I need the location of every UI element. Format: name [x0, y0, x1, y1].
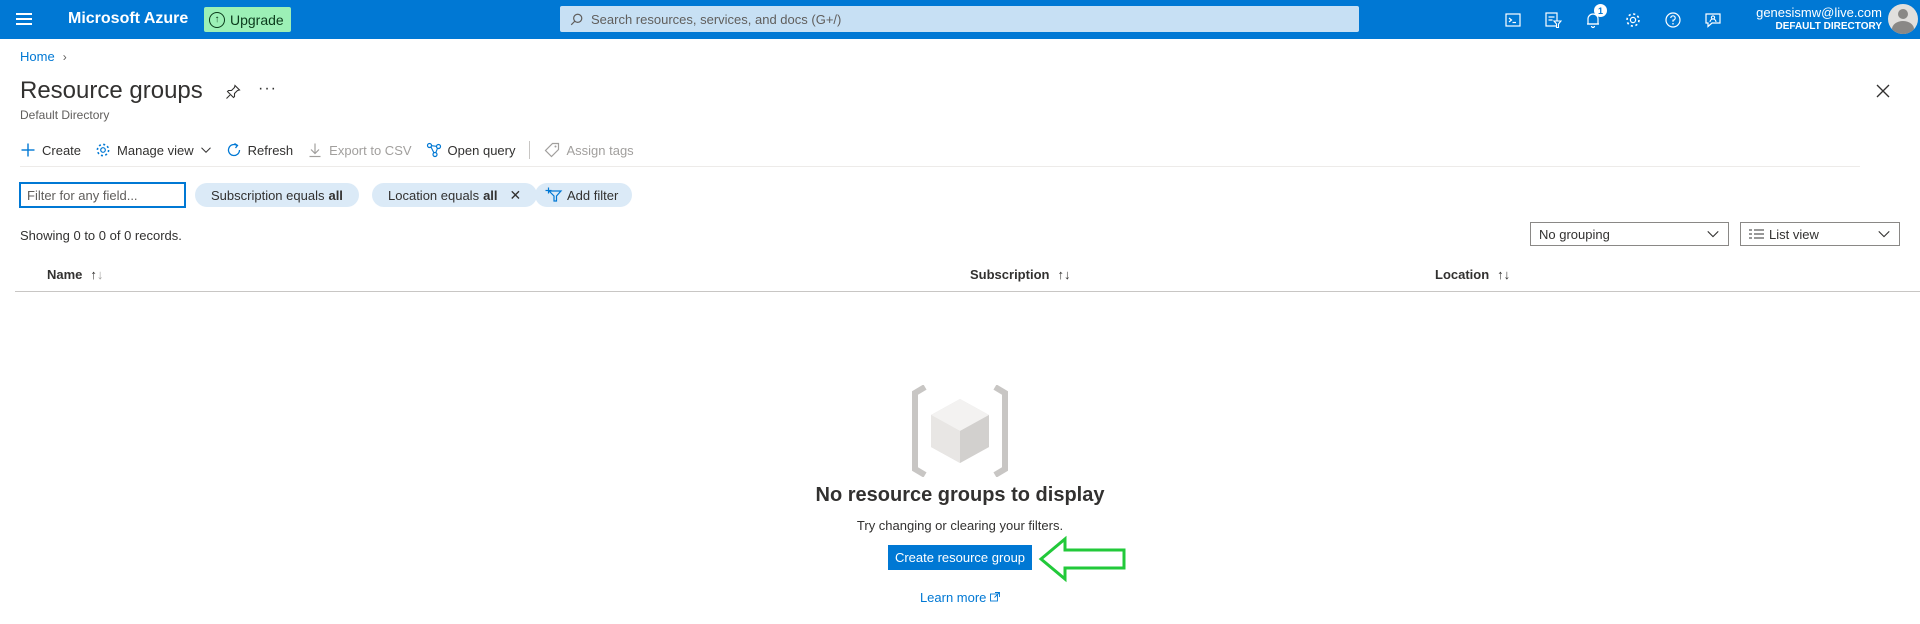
- query-graph-icon: [426, 142, 441, 158]
- grouping-selected: No grouping: [1539, 226, 1610, 242]
- learn-more: Learn more: [0, 590, 1920, 605]
- pin-icon[interactable]: [225, 84, 241, 100]
- add-filter-button[interactable]: Add filter: [535, 183, 633, 207]
- location-filter-value: all: [483, 187, 498, 203]
- hamburger-menu-icon[interactable]: [14, 10, 34, 30]
- refresh-icon: [227, 142, 240, 157]
- green-arrow-annotation: [1038, 535, 1126, 583]
- close-icon[interactable]: [1874, 82, 1892, 100]
- account-directory: DEFAULT DIRECTORY: [1775, 21, 1882, 32]
- refresh-button[interactable]: Refresh: [226, 142, 294, 158]
- help-icon[interactable]: [1653, 8, 1693, 32]
- view-selected: List view: [1769, 226, 1819, 242]
- breadcrumb-home-link[interactable]: Home: [20, 49, 55, 64]
- list-view-icon: [1749, 229, 1764, 239]
- settings-icon[interactable]: [1613, 8, 1653, 32]
- table-header: Name ↑↓ Subscription ↑↓ Location ↑↓: [15, 258, 1920, 292]
- page-subtitle: Default Directory: [20, 108, 110, 122]
- column-subscription-label: Subscription: [970, 267, 1050, 282]
- command-bar: Create Manage view Refresh Export to CSV…: [20, 138, 648, 162]
- subscription-filter-value: all: [328, 187, 343, 203]
- upgrade-label: Upgrade: [230, 11, 284, 28]
- chevron-down-icon: [1878, 230, 1890, 238]
- column-name-label: Name: [47, 267, 83, 282]
- create-label: Create: [42, 142, 82, 158]
- external-link-icon: [990, 592, 1000, 602]
- feedback-icon[interactable]: [1693, 8, 1733, 32]
- top-bar: Microsoft Azure ↑ Upgrade 1 genesismw@li…: [0, 0, 1920, 39]
- tag-icon: [545, 142, 560, 158]
- subscription-filter-prefix: Subscription equals: [211, 187, 325, 203]
- export-csv-button[interactable]: Export to CSV: [307, 142, 412, 158]
- assign-tags-label: Assign tags: [566, 142, 634, 158]
- directory-filter-icon[interactable]: [1533, 8, 1573, 32]
- records-count: Showing 0 to 0 of 0 records.: [20, 228, 182, 243]
- command-bar-divider: [20, 166, 1860, 167]
- empty-state-title: No resource groups to display: [815, 484, 1105, 506]
- cloud-shell-icon[interactable]: [1493, 8, 1533, 32]
- breadcrumb: Home ›: [20, 49, 67, 64]
- sort-icon: ↑↓: [1497, 267, 1511, 282]
- chevron-right-icon: ›: [62, 49, 67, 64]
- arrow-up-icon: ↑: [209, 11, 225, 28]
- command-separator: [529, 141, 531, 159]
- manage-view-button[interactable]: Manage view: [95, 142, 212, 158]
- upgrade-button[interactable]: ↑ Upgrade: [204, 7, 291, 32]
- gear-icon: [96, 143, 110, 157]
- plus-icon: [21, 143, 35, 157]
- global-search-box[interactable]: [560, 6, 1359, 32]
- empty-state-hint: Try changing or clearing your filters.: [856, 518, 1064, 533]
- subscription-filter-pill[interactable]: Subscription equals all: [195, 183, 359, 207]
- remove-filter-icon[interactable]: ✕: [510, 187, 522, 204]
- page-title: Resource groups: [20, 77, 203, 104]
- add-filter-label: Add filter: [567, 187, 619, 203]
- top-icon-group: 1: [1493, 4, 1733, 32]
- export-csv-label: Export to CSV: [329, 142, 412, 158]
- open-query-label: Open query: [447, 142, 516, 158]
- learn-more-link[interactable]: Learn more: [920, 590, 1000, 605]
- refresh-label: Refresh: [247, 142, 294, 158]
- download-icon: [309, 143, 321, 158]
- search-icon: [570, 13, 583, 25]
- filter-input[interactable]: [19, 182, 186, 208]
- create-button[interactable]: Create: [20, 142, 81, 158]
- manage-view-label: Manage view: [117, 142, 194, 158]
- column-header-subscription[interactable]: Subscription ↑↓: [970, 267, 1070, 282]
- assign-tags-button[interactable]: Assign tags: [544, 142, 634, 158]
- brand-title[interactable]: Microsoft Azure: [68, 10, 188, 28]
- global-search-input[interactable]: [591, 11, 1351, 27]
- account-email: genesismw@live.com: [1756, 5, 1882, 20]
- account-info[interactable]: genesismw@live.com DEFAULT DIRECTORY: [1756, 5, 1882, 32]
- learn-more-label: Learn more: [919, 590, 987, 605]
- avatar[interactable]: [1888, 4, 1918, 34]
- notification-count-badge: 1: [1594, 4, 1607, 17]
- sort-ascending-icon: ↑↓: [90, 267, 104, 282]
- grouping-dropdown[interactable]: No grouping: [1530, 222, 1729, 246]
- more-options-icon[interactable]: ···: [258, 80, 277, 98]
- chevron-down-icon: [200, 147, 211, 153]
- column-location-label: Location: [1435, 267, 1490, 282]
- open-query-button[interactable]: Open query: [426, 142, 516, 158]
- column-header-location[interactable]: Location ↑↓: [1435, 267, 1510, 282]
- sort-icon: ↑↓: [1057, 267, 1071, 282]
- create-resource-group-button[interactable]: Create resource group: [888, 545, 1032, 570]
- resource-group-empty-icon: [912, 385, 1008, 477]
- chevron-down-icon: [1707, 230, 1719, 238]
- location-filter-prefix: Location equals: [388, 187, 480, 203]
- notifications-icon[interactable]: 1: [1573, 4, 1613, 32]
- view-dropdown[interactable]: List view: [1740, 222, 1900, 246]
- add-filter-icon: [545, 187, 563, 202]
- column-header-name[interactable]: Name ↑↓: [47, 267, 103, 282]
- location-filter-pill[interactable]: Location equals all ✕: [372, 183, 538, 207]
